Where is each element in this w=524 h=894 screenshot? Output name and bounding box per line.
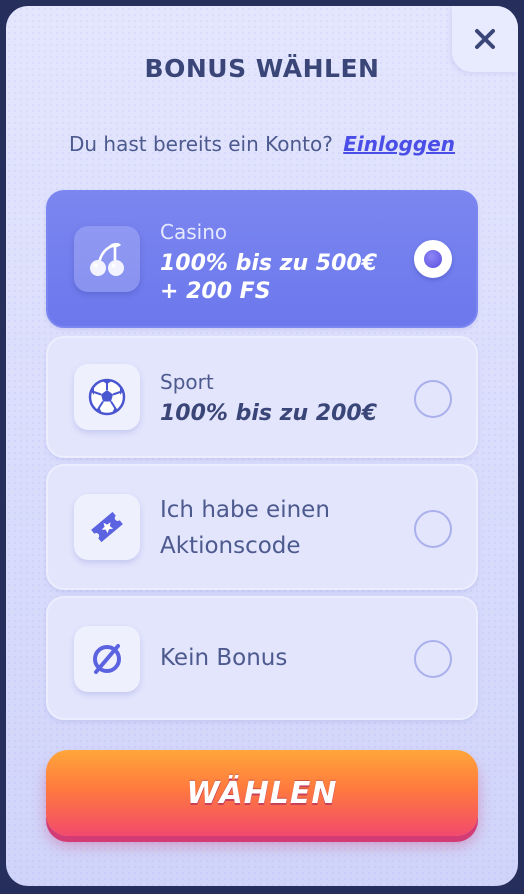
option-label: Casino	[160, 220, 228, 244]
submit-button-label: WÄHLEN	[186, 775, 338, 811]
option-label-line2: Aktionscode	[160, 533, 301, 559]
radio-sport[interactable]	[414, 380, 452, 418]
ticket-icon	[74, 494, 140, 560]
login-link[interactable]: Einloggen	[343, 132, 455, 156]
login-prompt-row: Du hast bereits ein Konto? Einloggen	[6, 132, 518, 156]
option-label: Sport	[160, 370, 214, 394]
option-value-line1: 100% bis zu 500€	[160, 251, 378, 276]
option-promo-code[interactable]: Ich habe einen Aktionscode	[46, 464, 478, 590]
submit-button[interactable]: WÄHLEN	[46, 750, 478, 836]
cherries-icon	[74, 226, 140, 292]
dialog-title: BONUS WÄHLEN	[144, 54, 380, 83]
option-value: 100% bis zu 500€ + 200 FS	[160, 250, 377, 306]
option-label-line1: Ich habe einen	[160, 497, 330, 523]
option-value-line2: + 200 FS	[160, 279, 271, 304]
login-prompt-text: Du hast bereits ein Konto?	[68, 132, 333, 156]
no-bonus-icon	[74, 626, 140, 692]
option-casino[interactable]: Casino 100% bis zu 500€ + 200 FS	[46, 190, 478, 328]
option-label: Kein Bonus	[160, 645, 288, 671]
soccer-ball-icon	[74, 364, 140, 430]
option-no-bonus[interactable]: Kein Bonus	[46, 596, 478, 720]
option-sport[interactable]: Sport 100% bis zu 200€	[46, 336, 478, 458]
radio-promo-code[interactable]	[414, 510, 452, 548]
close-icon	[475, 29, 495, 49]
radio-no-bonus[interactable]	[414, 640, 452, 678]
bonus-dialog: BONUS WÄHLEN Du hast bereits ein Konto? …	[6, 6, 518, 886]
option-value: 100% bis zu 200€	[160, 401, 378, 426]
radio-casino[interactable]	[414, 240, 452, 278]
option-label: Ich habe einen Aktionscode	[160, 492, 330, 564]
